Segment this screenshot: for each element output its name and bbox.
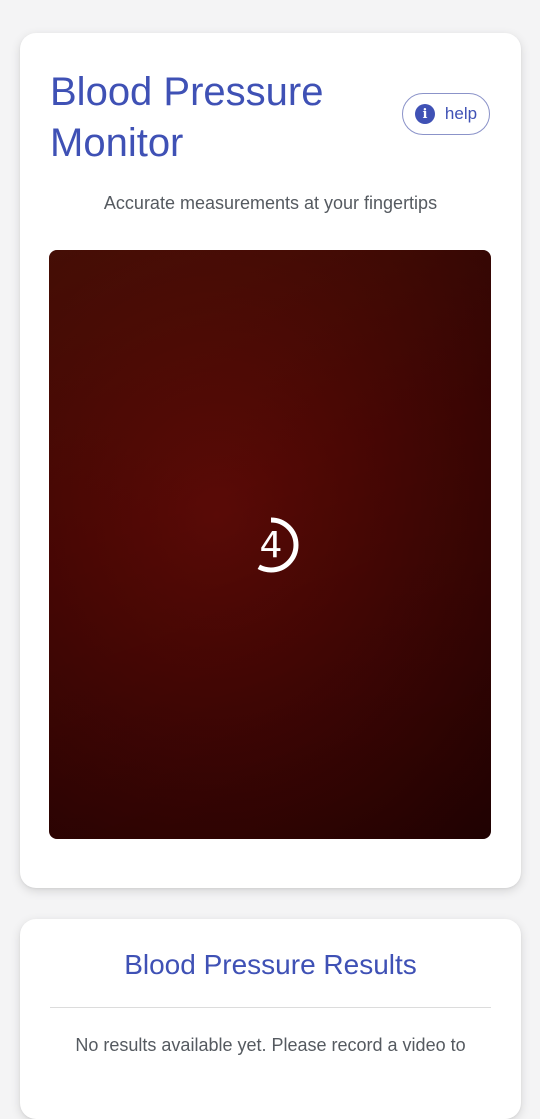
info-icon: i xyxy=(414,104,435,124)
page-title: Blood Pressure Monitor xyxy=(50,70,324,165)
page-subtitle: Accurate measurements at your fingertips xyxy=(103,193,438,213)
results-empty-message: No results available yet. Please record … xyxy=(75,1035,466,1055)
help-button-label: help xyxy=(444,104,478,123)
divider xyxy=(50,1007,491,1008)
results-card: Blood Pressure Results No results availa… xyxy=(20,919,521,1119)
measurement-card: Blood Pressure Monitor i help Accurate m… xyxy=(20,33,521,888)
countdown-number: 4 xyxy=(259,524,283,566)
camera-preview: 4 xyxy=(49,250,491,839)
countdown-timer: 4 xyxy=(239,510,309,580)
results-title: Blood Pressure Results xyxy=(124,949,417,980)
help-button[interactable]: i help xyxy=(402,93,490,135)
